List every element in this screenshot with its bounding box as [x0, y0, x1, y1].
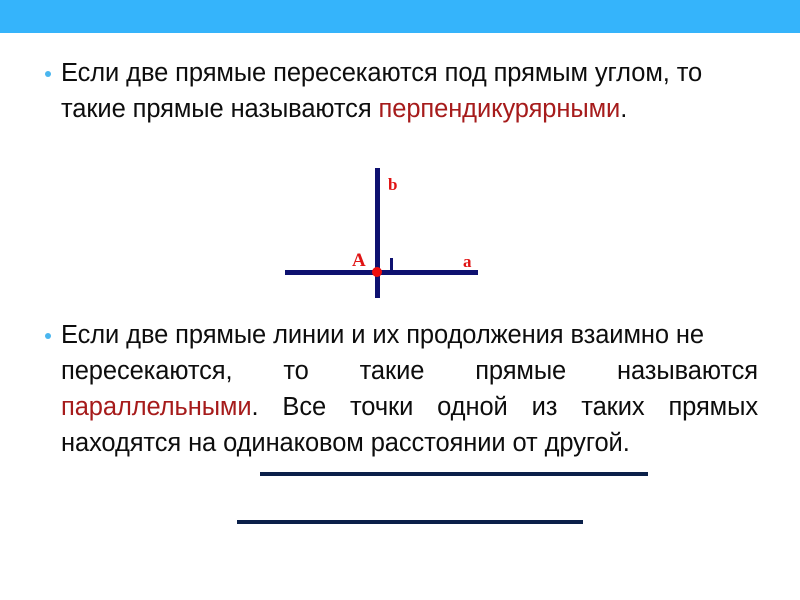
paragraph-2-line-4: находятся на одинаковом расстоянии от др… — [61, 429, 630, 457]
figure-vertical-line-b — [375, 168, 380, 298]
paragraph-2-highlight-parallel: параллельными — [61, 393, 252, 421]
paragraph-2-line-1: Если две прямые линии и их продолжения в… — [61, 321, 704, 349]
paragraph-2-text: Если две прямые линии и их продолжения в… — [61, 317, 758, 461]
paragraph-2-line-2: пересекаются, то такие прямые называются — [61, 357, 758, 385]
paragraph-2-line-3-rest: . Все точки одной из таких прямых — [251, 393, 759, 421]
paragraph-1-text: Если две прямые пересекаются под прямым … — [61, 55, 761, 127]
bullet-dot-icon — [45, 71, 51, 77]
figure-intersection-point — [372, 267, 382, 277]
figure-label-a: a — [463, 252, 472, 271]
slide-canvas: Если две прямые пересекаются под прямым … — [0, 0, 800, 600]
paragraph-1-line-1: Если две прямые пересекаются под прямым … — [61, 59, 703, 87]
bullet-dot-icon-2 — [45, 333, 51, 339]
figure-label-A: A — [352, 250, 366, 271]
paragraph-1-line-2-suffix: . — [620, 95, 628, 123]
figure-label-b: b — [388, 175, 398, 194]
paragraph-1-highlight-perpendicular: перпендикурярными — [378, 95, 621, 123]
top-accent-bar — [0, 0, 800, 33]
parallel-line-1 — [260, 472, 648, 476]
paragraph-2-line-3: параллельными. Все точки одной из таких … — [61, 389, 758, 425]
paragraph-1-line-2-prefix: такие прямые называются — [61, 95, 379, 123]
parallel-line-2 — [237, 520, 583, 524]
